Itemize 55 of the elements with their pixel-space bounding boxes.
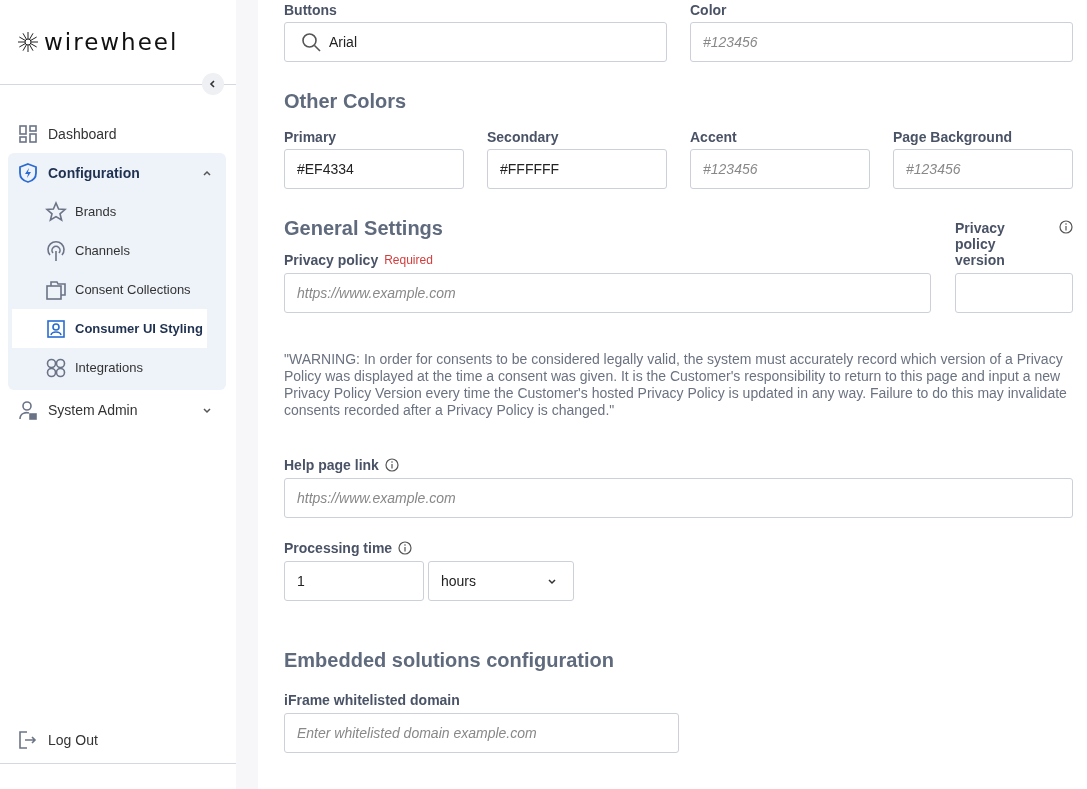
color-input[interactable]: #123456 [690, 149, 870, 189]
nav-item[interactable]: Configuration [8, 153, 226, 192]
help-link-input[interactable]: https://www.example.com [284, 478, 1073, 518]
collapse-button[interactable] [202, 73, 224, 95]
field-label: Privacy policy [284, 252, 379, 268]
nav-subitem[interactable]: Consumer UI Styling [12, 309, 207, 348]
chevron-left-icon [208, 79, 218, 89]
field-label: Color [690, 2, 728, 18]
nav-subitem[interactable]: Integrations [12, 348, 226, 387]
processing-time-input[interactable]: 1 [284, 561, 424, 601]
chevron-icon [547, 576, 557, 586]
field-label: Accent [690, 129, 738, 145]
warning-text: "WARNING: In order for consents to be considered legally valid, the system must accurately record which version of a Privacy Policy was displayed at the time a consent was given. It is the Customer's responsibility to return to this page and input a new Privacy Policy Version every time the Customer's hosted Privacy Policy is updated in any way. Failure to do this may invalidate consents recorded after a Privacy Policy is changed." [284, 351, 1068, 419]
nav-subitem[interactable]: Brands [12, 192, 226, 231]
nav-icon [45, 200, 67, 223]
field-label: Privacy policy version [955, 220, 1006, 268]
domain-input[interactable]: Enter whitelisted domain example.com [284, 713, 679, 753]
field-label: Primary [284, 129, 338, 145]
section-heading: General Settings [284, 217, 444, 240]
nav-item[interactable]: Dashboard [8, 114, 226, 153]
color-input[interactable]: #EF4334 [284, 149, 464, 189]
section-heading: Embedded solutions configuration [284, 649, 615, 672]
version-input[interactable] [955, 273, 1073, 313]
nav-icon [18, 123, 38, 144]
nav-subitem[interactable]: Consent Collections [12, 270, 226, 309]
nav-item[interactable]: System Admin [8, 390, 226, 429]
field-label: Page Background [893, 129, 1014, 145]
unit-dropdown[interactable]: hours [428, 561, 574, 601]
color-input[interactable]: #123456 [893, 149, 1073, 189]
info-icon [1059, 220, 1073, 234]
field-label: Help page link [284, 457, 379, 473]
field-label: Secondary [487, 129, 560, 145]
section-heading: Other Colors [284, 90, 408, 113]
logout-icon [18, 729, 38, 750]
search-icon [301, 32, 321, 52]
info-icon [398, 541, 413, 555]
nav-icon [45, 239, 67, 262]
privacy-policy-input[interactable]: https://www.example.com [284, 273, 931, 313]
wheel-logo-icon [16, 30, 40, 54]
nav-subitem[interactable]: Channels [12, 231, 226, 270]
color-input[interactable]: #FFFFFF [487, 149, 667, 189]
nav-icon [45, 278, 67, 301]
required-note: Required [384, 253, 433, 267]
field-label: iFrame whitelisted domain [284, 692, 461, 708]
nav-icon [45, 356, 67, 379]
nav-icon [18, 399, 38, 420]
logout-item[interactable]: Log Out [0, 720, 236, 759]
nav-icon [18, 162, 38, 183]
font-search-field[interactable]: Arial [284, 22, 667, 62]
nav-icon [45, 317, 67, 340]
color-input[interactable]: #123456 [690, 22, 1073, 62]
info-icon [384, 458, 399, 472]
field-label: Buttons [284, 2, 338, 18]
field-label: Processing time [284, 540, 393, 556]
brand-logo-text: wirewheel [44, 29, 179, 55]
